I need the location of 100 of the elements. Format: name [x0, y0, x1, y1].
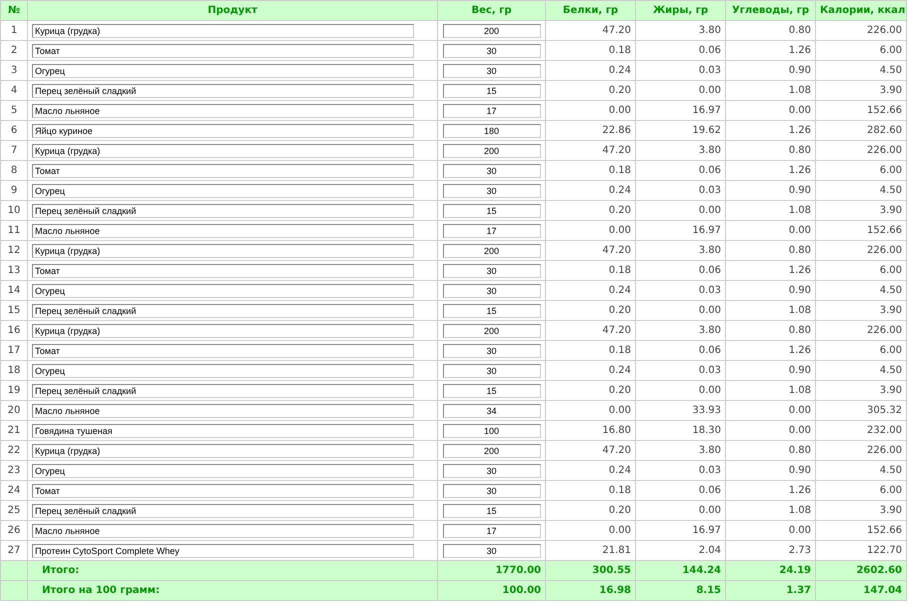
input-field[interactable]: 100 [442, 424, 540, 438]
table-cell: 0.24 [546, 180, 636, 200]
input-field[interactable]: 30 [442, 544, 540, 558]
table-cell: 3.90 [816, 200, 906, 220]
row-number: 4 [0, 80, 28, 100]
table-cell: 0.00 [636, 200, 726, 220]
input-field[interactable]: 200 [442, 24, 540, 38]
table-cell: 1.26 [726, 480, 816, 500]
input-field[interactable]: Огурец [32, 184, 414, 198]
input-field[interactable]: Томат [32, 44, 414, 58]
input-field[interactable]: Огурец [32, 464, 414, 478]
table-cell: 0.90 [726, 60, 816, 80]
input-field[interactable]: Говядина тушеная [32, 424, 414, 438]
row-number: 24 [0, 480, 28, 500]
table-cell: 3.90 [816, 500, 906, 520]
table-cell: 0.06 [636, 160, 726, 180]
input-field[interactable]: 30 [442, 484, 540, 498]
table-cell: 6.00 [816, 260, 906, 280]
total-cell: 147.04 [816, 580, 906, 600]
table-cell: 0.80 [726, 140, 816, 160]
input-field[interactable]: 200 [442, 244, 540, 258]
input-field[interactable]: 30 [442, 44, 540, 58]
input-field[interactable]: 30 [442, 364, 540, 378]
input-field[interactable]: Масло льняное [32, 104, 414, 118]
input-field[interactable]: 30 [442, 464, 540, 478]
input-field[interactable]: 30 [442, 284, 540, 298]
input-field[interactable]: 15 [442, 204, 540, 218]
total-label: Итого на 100 грамм: [28, 580, 438, 600]
table-cell: 0.00 [726, 220, 816, 240]
row-number: 22 [0, 440, 28, 460]
input-field[interactable]: 15 [442, 384, 540, 398]
input-field[interactable]: Перец зелёный сладкий [32, 304, 414, 318]
table-cell: 0.00 [636, 300, 726, 320]
input-field[interactable]: 34 [442, 404, 540, 418]
table-cell: 0.06 [636, 480, 726, 500]
input-field[interactable]: Перец зелёный сладкий [32, 384, 414, 398]
row-number: 8 [0, 160, 28, 180]
table-cell: 1.08 [726, 380, 816, 400]
table-cell: 33.93 [636, 400, 726, 420]
input-field[interactable]: 15 [442, 84, 540, 98]
input-field[interactable]: Томат [32, 264, 414, 278]
input-field[interactable]: Томат [32, 164, 414, 178]
table-cell: 0.00 [726, 420, 816, 440]
input-field[interactable]: 30 [442, 184, 540, 198]
table-cell: 4.50 [816, 180, 906, 200]
input-field[interactable]: 15 [442, 304, 540, 318]
table-cell: 1.26 [726, 340, 816, 360]
input-field[interactable]: Томат [32, 484, 414, 498]
table-cell: 0.90 [726, 180, 816, 200]
table-cell: 0.20 [546, 80, 636, 100]
input-field[interactable]: 200 [442, 144, 540, 158]
input-field[interactable]: Перец зелёный сладкий [32, 504, 414, 518]
input-field[interactable]: 30 [442, 264, 540, 278]
table-cell: 0.20 [546, 380, 636, 400]
input-field[interactable]: Масло льняное [32, 404, 414, 418]
input-field[interactable]: 15 [442, 504, 540, 518]
input-field[interactable]: Курица (грудка) [32, 24, 414, 38]
input-field[interactable]: Перец зелёный сладкий [32, 204, 414, 218]
input-field[interactable]: 17 [442, 224, 540, 238]
input-field[interactable]: Перец зелёный сладкий [32, 84, 414, 98]
input-field[interactable]: Огурец [32, 284, 414, 298]
input-field[interactable]: 30 [442, 164, 540, 178]
total-cell: 8.15 [636, 580, 726, 600]
table-cell: 3.80 [636, 240, 726, 260]
input-field[interactable]: Курица (грудка) [32, 444, 414, 458]
table-cell: 0.90 [726, 460, 816, 480]
table-cell: 1.26 [726, 260, 816, 280]
total-cell: 24.19 [726, 560, 816, 580]
table-cell: 19.62 [636, 120, 726, 140]
column-header: Углеводы, гр [726, 0, 816, 20]
input-field[interactable]: Масло льняное [32, 224, 414, 238]
table-cell: 0.80 [726, 240, 816, 260]
total-cell: 100.00 [438, 580, 546, 600]
input-field[interactable]: 200 [442, 444, 540, 458]
table-cell: 3.80 [636, 320, 726, 340]
input-field[interactable]: Масло льняное [32, 524, 414, 538]
table-cell: 0.03 [636, 60, 726, 80]
input-field[interactable]: Протеин CytoSport Complete Whey [32, 544, 414, 558]
row-number: 7 [0, 140, 28, 160]
table-cell: 1.08 [726, 80, 816, 100]
input-field[interactable]: 30 [442, 64, 540, 78]
table-cell: 47.20 [546, 320, 636, 340]
input-field[interactable]: Курица (грудка) [32, 144, 414, 158]
input-field[interactable]: 180 [442, 124, 540, 138]
input-field[interactable]: 17 [442, 524, 540, 538]
column-header: Жиры, гр [636, 0, 726, 20]
input-field[interactable]: Огурец [32, 364, 414, 378]
input-field[interactable]: 17 [442, 104, 540, 118]
table-cell: 3.80 [636, 440, 726, 460]
input-field[interactable]: Огурец [32, 64, 414, 78]
input-field[interactable]: Яйцо куриное [32, 124, 414, 138]
table-cell: 47.20 [546, 440, 636, 460]
table-cell: 4.50 [816, 460, 906, 480]
input-field[interactable]: 30 [442, 344, 540, 358]
input-field[interactable]: 200 [442, 324, 540, 338]
input-field[interactable]: Курица (грудка) [32, 244, 414, 258]
input-field[interactable]: Курица (грудка) [32, 324, 414, 338]
table-cell: 0.20 [546, 200, 636, 220]
input-field[interactable]: Томат [32, 344, 414, 358]
table-cell: 4.50 [816, 280, 906, 300]
